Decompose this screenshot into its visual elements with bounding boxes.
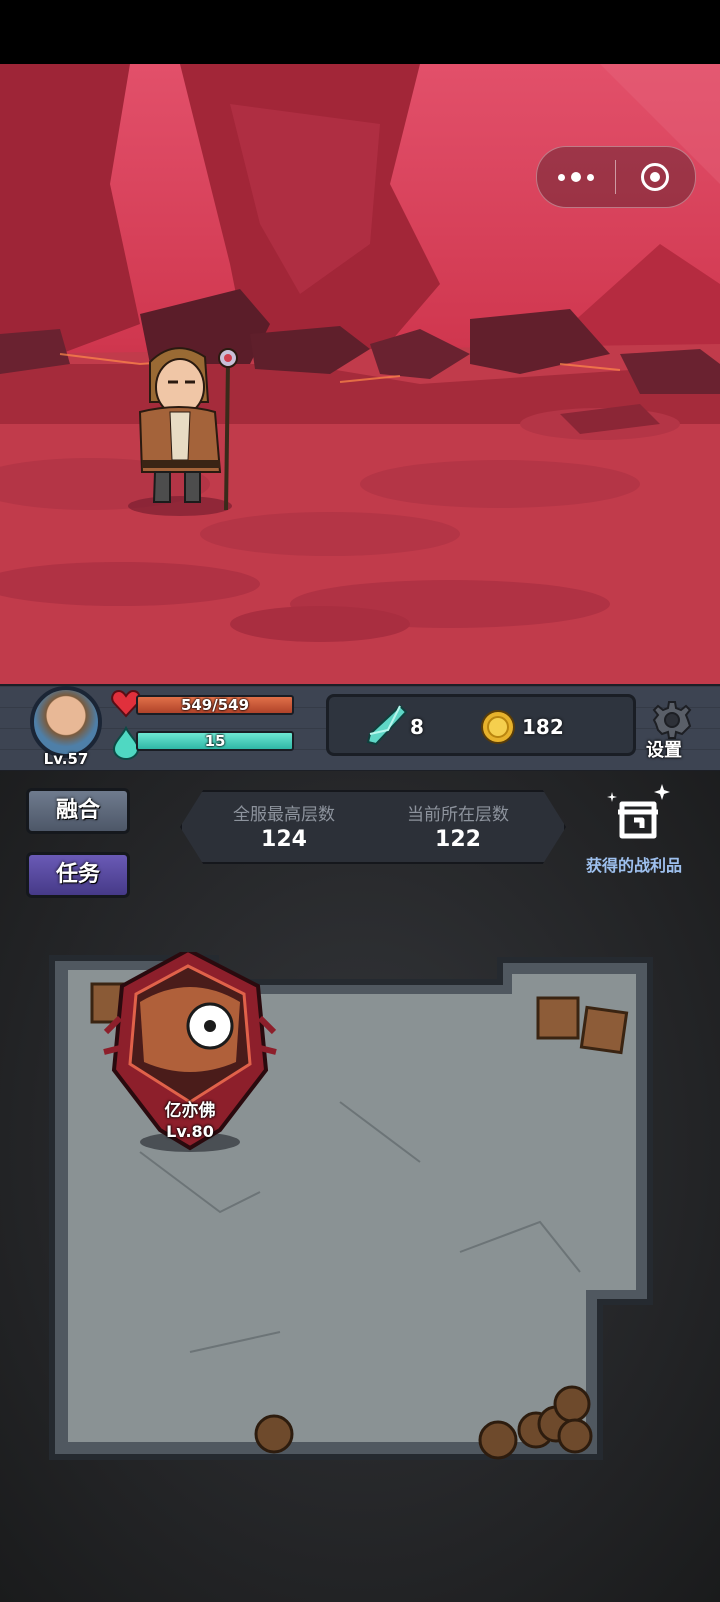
current-floor-label: 当前所在层数	[407, 805, 509, 825]
dungeon-room	[49, 952, 653, 1460]
hp-text: 549/549	[180, 696, 250, 714]
server-max-floor-value: 124	[261, 827, 307, 852]
gem-count: 8	[410, 715, 424, 739]
close-target-icon[interactable]	[616, 147, 694, 207]
loot-button-label[interactable]: 获得的战利品	[586, 852, 682, 876]
server-max-floor-label: 全服最高层数	[233, 805, 335, 825]
quest-button[interactable]: 任务	[26, 852, 130, 898]
player-level: Lv.57	[43, 750, 89, 768]
mp-bar: 15	[136, 731, 294, 751]
fusion-button[interactable]: 融合	[26, 788, 130, 834]
coin-icon[interactable]	[480, 709, 516, 745]
hp-bar: 549/549	[136, 695, 294, 715]
mp-text: 15	[204, 732, 226, 750]
player-avatar[interactable]	[30, 686, 102, 758]
gear-icon[interactable]	[652, 700, 692, 740]
floor-info-panel: 全服最高层数 124 当前所在层数 122	[180, 790, 566, 864]
boss-level: Lv.80	[166, 1122, 214, 1141]
settings-button[interactable]: 设置	[646, 736, 682, 762]
gem-icon[interactable]	[366, 704, 408, 746]
status-bar	[0, 0, 720, 64]
boss-name: 亿亦佛	[164, 1101, 216, 1121]
hero-character[interactable]	[130, 342, 250, 512]
coin-count: 182	[522, 715, 564, 739]
current-floor-value: 122	[435, 827, 481, 852]
more-dots-icon[interactable]	[537, 147, 615, 207]
mini-program-capsule	[536, 146, 696, 208]
loot-chest-icon[interactable]	[604, 782, 672, 844]
